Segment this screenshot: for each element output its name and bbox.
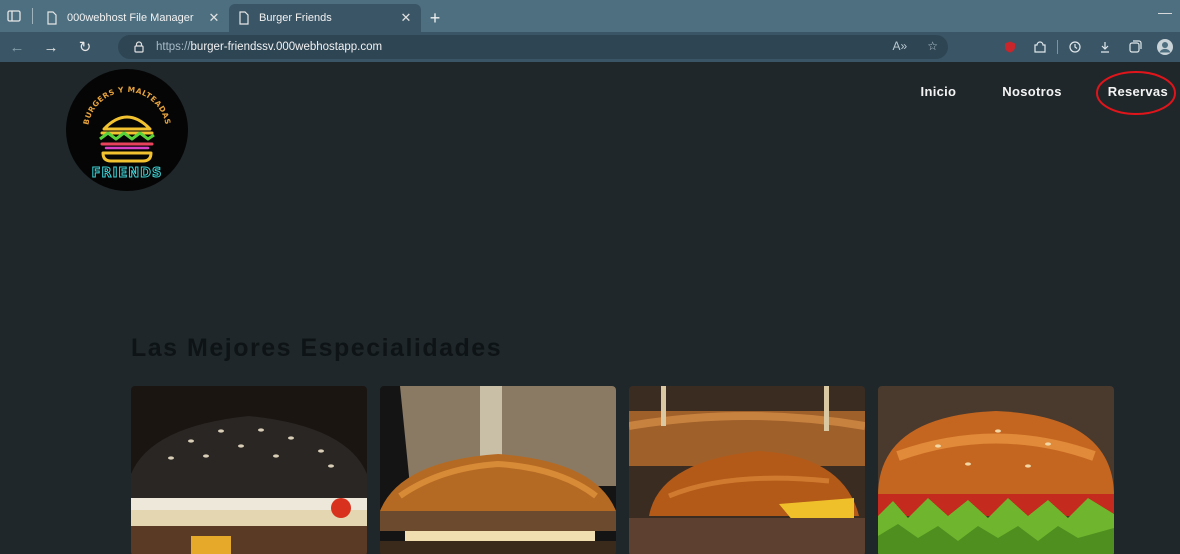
logo-text-top: BURGERS Y MALTEADAS xyxy=(81,85,171,126)
card-lettuce-tomato-burger[interactable] xyxy=(878,386,1114,554)
main-nav: Inicio Nosotros Reservas xyxy=(921,71,1176,115)
history-icon[interactable] xyxy=(1060,32,1090,62)
page-icon xyxy=(237,11,251,25)
plus-icon[interactable]: + xyxy=(421,4,449,32)
tab-burger-friends[interactable]: Burger Friends ✕ xyxy=(229,4,421,32)
toolbar xyxy=(995,32,1180,62)
burger-image xyxy=(131,386,367,554)
collections-icon[interactable] xyxy=(1120,32,1150,62)
specialties-grid xyxy=(131,386,1114,554)
tab-label: Burger Friends xyxy=(259,12,332,24)
divider xyxy=(1057,40,1058,54)
svg-text:BURGERS Y MALTEADAS: BURGERS Y MALTEADAS xyxy=(81,85,172,126)
page-icon xyxy=(45,11,59,25)
burger-image xyxy=(629,386,865,554)
card-black-bun-burger[interactable] xyxy=(131,386,367,554)
forward-icon[interactable]: → xyxy=(34,32,68,62)
back-icon[interactable]: ← xyxy=(0,32,34,62)
site-logo[interactable]: BURGERS Y MALTEADAS FRIENDS xyxy=(66,69,188,191)
burger-image xyxy=(380,386,616,554)
close-icon[interactable]: ✕ xyxy=(399,10,413,26)
card-classic-burger[interactable] xyxy=(380,386,616,554)
nav-link-inicio[interactable]: Inicio xyxy=(921,84,957,99)
url-protocol: https:// xyxy=(156,41,191,53)
url-field[interactable]: https://burger-friendssv.000webhostapp.c… xyxy=(118,35,948,59)
ublock-icon[interactable] xyxy=(995,32,1025,62)
logo-text-bottom: FRIENDS xyxy=(92,166,163,181)
card-skewered-burger[interactable] xyxy=(629,386,865,554)
lock-icon[interactable] xyxy=(132,40,146,54)
download-icon[interactable] xyxy=(1090,32,1120,62)
web-page: BURGERS Y MALTEADAS FRIENDS Inicio Nosot… xyxy=(0,62,1180,554)
profile-icon[interactable] xyxy=(1150,32,1180,62)
extensions-icon[interactable] xyxy=(1025,32,1055,62)
annotation-circle xyxy=(1095,71,1176,115)
read-aloud-icon[interactable]: A» xyxy=(893,39,908,53)
close-icon[interactable]: ✕ xyxy=(207,10,221,26)
section-title: Las Mejores Especialidades xyxy=(131,334,503,362)
refresh-icon[interactable]: ↻ xyxy=(68,32,102,62)
minimize-icon[interactable]: — xyxy=(1158,4,1172,20)
burger-image xyxy=(878,386,1114,554)
url-host: burger-friendssv.000webhostapp.com xyxy=(190,41,383,53)
favorite-icon[interactable]: ☆ xyxy=(927,39,938,53)
sidebar-icon[interactable] xyxy=(0,0,28,32)
tab-file-manager[interactable]: 000webhost File Manager ✕ xyxy=(37,4,229,32)
nav-item-reservas: Reservas xyxy=(1095,71,1176,115)
tab-label: 000webhost File Manager xyxy=(67,12,194,24)
nav-link-nosotros[interactable]: Nosotros xyxy=(1002,84,1061,99)
divider xyxy=(32,8,33,24)
tab-bar: 000webhost File Manager ✕ Burger Friends… xyxy=(0,0,1180,32)
